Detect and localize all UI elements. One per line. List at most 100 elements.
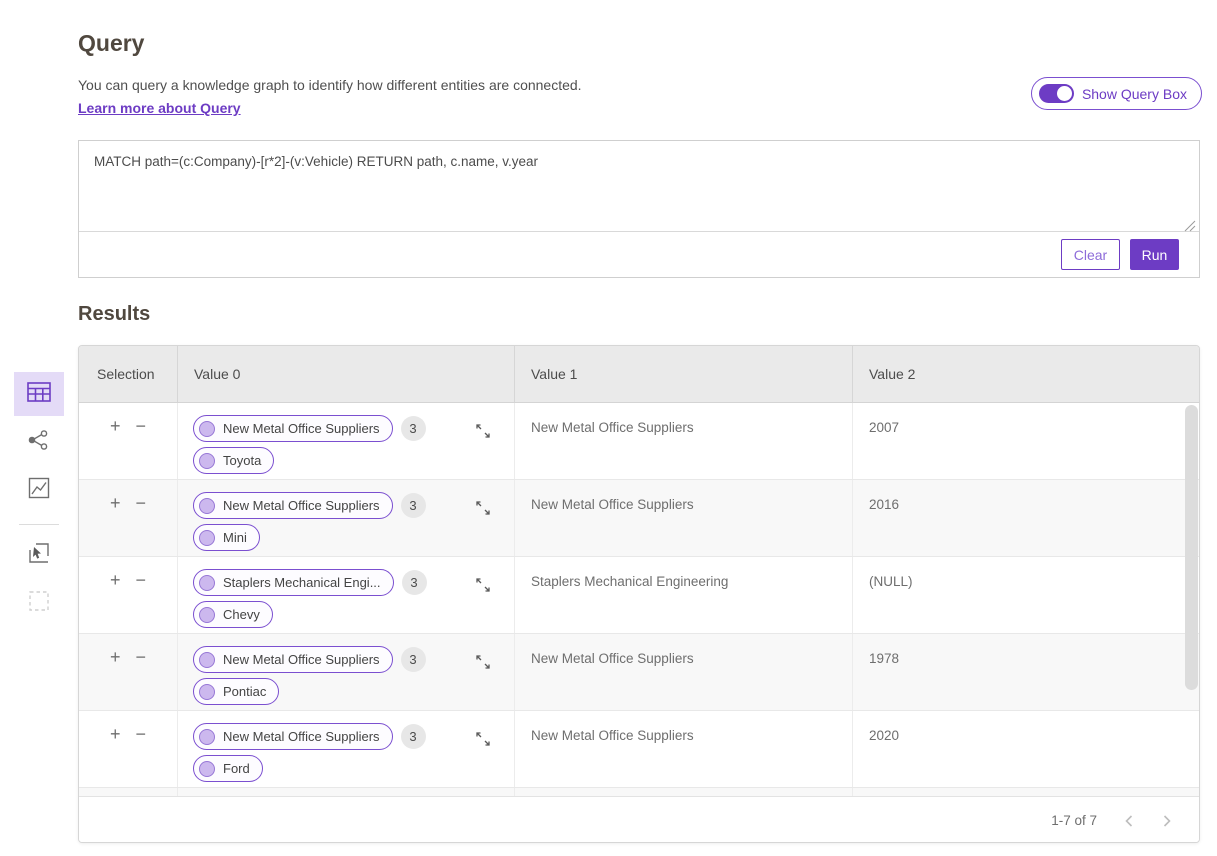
value1-text: Staplers Mechanical Engineering	[515, 557, 852, 589]
value2-cell: 2007	[853, 403, 1199, 479]
path-count-badge: 3	[402, 570, 427, 595]
selection-cell: + −	[79, 711, 178, 787]
query-page: Query You can query a knowledge graph to…	[0, 0, 1217, 856]
results-title: Results	[78, 303, 150, 326]
clear-button[interactable]: Clear	[1061, 239, 1120, 270]
page-description: You can query a knowledge graph to ident…	[78, 77, 582, 93]
value2-text: 2016	[853, 480, 1199, 512]
chevron-left-icon[interactable]	[1123, 814, 1135, 828]
entity-pill-label: New Metal Office Suppliers	[223, 729, 380, 744]
tab-chart-view[interactable]	[14, 468, 64, 512]
value1-cell: New Metal Office Suppliers	[515, 634, 853, 710]
node-dot-icon	[199, 607, 215, 623]
remove-selection-button[interactable]: −	[136, 724, 147, 744]
pointer-box-icon	[28, 542, 50, 569]
tab-new-selection[interactable]	[14, 581, 64, 625]
results-table: Selection Value 0 Value 1 Value 2 + − Ne…	[78, 345, 1200, 843]
selection-cell: + −	[79, 403, 178, 479]
entity-pill-label: New Metal Office Suppliers	[223, 498, 380, 513]
node-dot-icon	[199, 729, 215, 745]
remove-selection-button[interactable]: −	[136, 493, 147, 513]
value2-text: 2020	[853, 711, 1199, 743]
table-row: + − Staplers Mechanical Engi... 3 Chevy	[79, 557, 1199, 634]
entity-pill-label: Chevy	[223, 607, 260, 622]
add-selection-button[interactable]: +	[110, 724, 121, 744]
table-row: + − New Metal Office Suppliers 3 Mini Ne	[79, 480, 1199, 557]
tab-map-select-view[interactable]	[14, 533, 64, 577]
value1-cell: New Metal Office Suppliers	[515, 711, 853, 787]
rail-divider	[19, 524, 59, 525]
entity-pill[interactable]: Toyota	[193, 447, 274, 474]
remove-selection-button[interactable]: −	[136, 647, 147, 667]
entity-pill[interactable]: New Metal Office Suppliers	[193, 492, 393, 519]
table-row: + − New Metal Office Suppliers 3 Ford Ne	[79, 711, 1199, 788]
add-selection-button[interactable]: +	[110, 570, 121, 590]
learn-more-link[interactable]: Learn more about Query	[78, 100, 241, 116]
entity-pill-label: Pontiac	[223, 684, 266, 699]
value2-cell: 2020	[853, 711, 1199, 787]
remove-selection-button[interactable]: −	[136, 570, 147, 590]
table-header: Selection Value 0 Value 1 Value 2	[79, 346, 1199, 403]
chevron-right-icon[interactable]	[1161, 814, 1173, 828]
table-row: + − New Metal Office Suppliers 3 Pontiac	[79, 634, 1199, 711]
column-header-value1: Value 1	[515, 346, 853, 402]
expand-path-icon[interactable]	[474, 653, 492, 676]
remove-selection-button[interactable]: −	[136, 416, 147, 436]
node-dot-icon	[199, 652, 215, 668]
table-row: + − New Metal Office Suppliers 3 Toyota	[79, 403, 1199, 480]
node-dot-icon	[199, 421, 215, 437]
expand-path-icon[interactable]	[474, 730, 492, 753]
entity-pill[interactable]: Chevy	[193, 601, 273, 628]
network-icon	[27, 429, 51, 456]
path-cell: New Metal Office Suppliers 3 Pontiac	[178, 634, 515, 710]
selection-cell: + −	[79, 480, 178, 556]
query-box: MATCH path=(c:Company)-[r*2]-(v:Vehicle)…	[78, 140, 1200, 278]
dashed-box-icon	[28, 590, 50, 617]
tab-table-view[interactable]	[14, 372, 64, 416]
value2-text: 2007	[853, 403, 1199, 435]
entity-pill[interactable]: Ford	[193, 755, 263, 782]
table-icon	[26, 380, 52, 409]
entity-pill[interactable]: Staplers Mechanical Engi...	[193, 569, 394, 596]
add-selection-button[interactable]: +	[110, 647, 121, 667]
query-input[interactable]: MATCH path=(c:Company)-[r*2]-(v:Vehicle)…	[79, 141, 1199, 232]
expand-path-icon[interactable]	[474, 576, 492, 599]
value1-cell	[515, 788, 853, 796]
add-selection-button[interactable]: +	[110, 493, 121, 513]
value2-cell: 2016	[853, 480, 1199, 556]
run-button[interactable]: Run	[1130, 239, 1179, 270]
path-count-badge: 3	[401, 724, 426, 749]
entity-pill-label: New Metal Office Suppliers	[223, 421, 380, 436]
path-cell: New Metal Office Suppliers	[178, 788, 515, 796]
node-dot-icon	[199, 453, 215, 469]
value2-cell: 1978	[853, 634, 1199, 710]
expand-path-icon[interactable]	[474, 499, 492, 522]
entity-pill-label: Staplers Mechanical Engi...	[223, 575, 381, 590]
entity-pill[interactable]: Pontiac	[193, 678, 279, 705]
selection-cell: + −	[79, 557, 178, 633]
selection-cell: + −	[79, 634, 178, 710]
node-dot-icon	[199, 530, 215, 546]
node-dot-icon	[199, 761, 215, 777]
node-dot-icon	[199, 684, 215, 700]
value2-cell	[853, 788, 1199, 796]
entity-pill[interactable]: Mini	[193, 524, 260, 551]
entity-pill[interactable]: New Metal Office Suppliers	[193, 646, 393, 673]
entity-pill-label: Toyota	[223, 453, 261, 468]
node-dot-icon	[199, 575, 215, 591]
add-selection-button[interactable]: +	[110, 416, 121, 436]
value1-text: New Metal Office Suppliers	[515, 634, 852, 666]
entity-pill-label: Mini	[223, 530, 247, 545]
expand-path-icon[interactable]	[474, 422, 492, 445]
path-count-badge: 3	[401, 493, 426, 518]
line-chart-icon	[28, 477, 50, 504]
toggle-switch-icon[interactable]	[1039, 84, 1074, 103]
table-scrollbar[interactable]	[1185, 405, 1198, 690]
show-query-box-toggle[interactable]: Show Query Box	[1031, 77, 1202, 110]
value1-text: New Metal Office Suppliers	[515, 480, 852, 512]
column-header-selection: Selection	[79, 346, 178, 402]
entity-pill[interactable]: New Metal Office Suppliers	[193, 415, 393, 442]
results-view-rail	[14, 372, 64, 629]
entity-pill[interactable]: New Metal Office Suppliers	[193, 723, 393, 750]
tab-graph-view[interactable]	[14, 420, 64, 464]
